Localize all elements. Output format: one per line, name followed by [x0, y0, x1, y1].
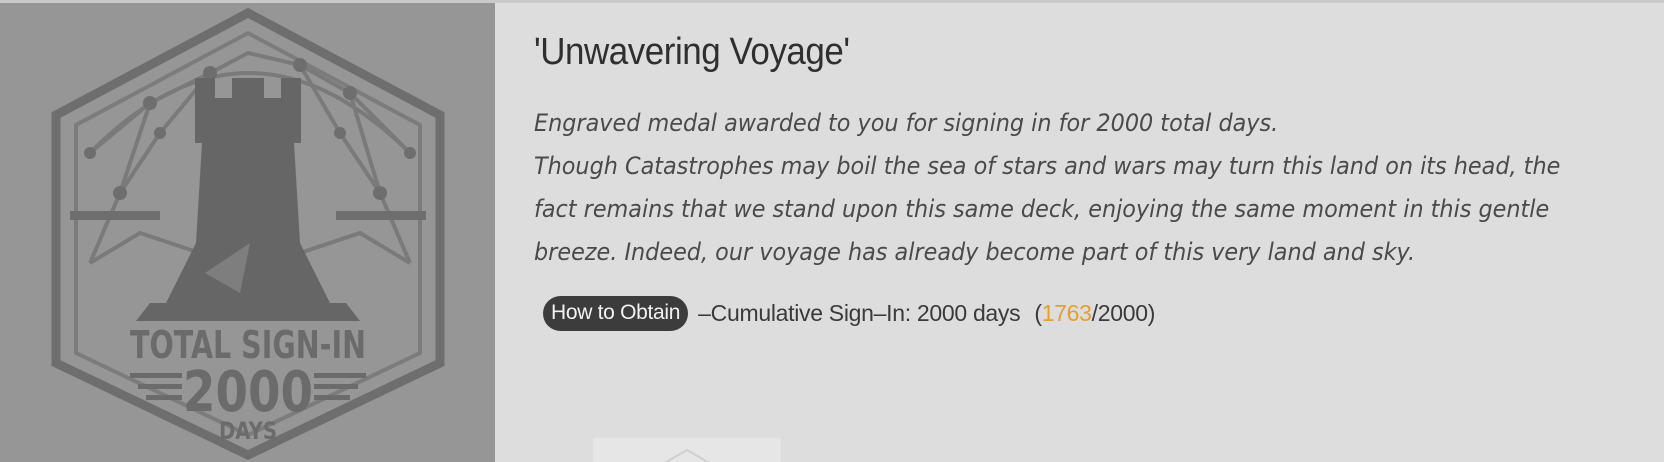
description-line: Though Catastrophes may boil the sea of … — [534, 152, 1561, 180]
description-line: breeze. Indeed, our voyage has already b… — [534, 238, 1416, 266]
medal-text-days: DAYS — [219, 417, 277, 445]
medal-image-panel: TOTAL SIGN-IN 2000 DAYS — [0, 3, 495, 462]
medal-bar-left — [70, 211, 160, 220]
medal-image: TOTAL SIGN-IN 2000 DAYS — [51, 7, 445, 460]
progress-open-paren: ( — [1034, 300, 1042, 326]
rook-tower-icon — [136, 78, 360, 321]
description-line: Engraved medal awarded to you for signin… — [534, 109, 1279, 137]
medal-text-2000: 2000 — [183, 360, 313, 425]
obtain-requirement: –Cumulative Sign–In: 2000 days — [698, 300, 1021, 326]
progress-total: /2000) — [1091, 300, 1156, 326]
medal-title: 'Unwavering Voyage' — [534, 31, 850, 73]
medal-description: Engraved medal awarded to you for signin… — [534, 102, 1631, 274]
medal-info: 'Unwavering Voyage' Engraved medal award… — [534, 31, 1644, 331]
progress-current: 1763 — [1041, 300, 1092, 326]
how-to-obtain-badge: How to Obtain — [543, 296, 689, 331]
medal-bar-right — [336, 211, 426, 220]
medal-thumbnail-icon — [664, 448, 710, 462]
medal-detail-window: TOTAL SIGN-IN 2000 DAYS 'Unwavering Voya… — [0, 0, 1664, 462]
description-line: fact remains that we stand upon this sam… — [534, 195, 1550, 223]
medal-thumbnail[interactable] — [593, 438, 781, 462]
how-to-obtain-row: How to Obtain –Cumulative Sign–In: 2000 … — [543, 296, 1644, 331]
